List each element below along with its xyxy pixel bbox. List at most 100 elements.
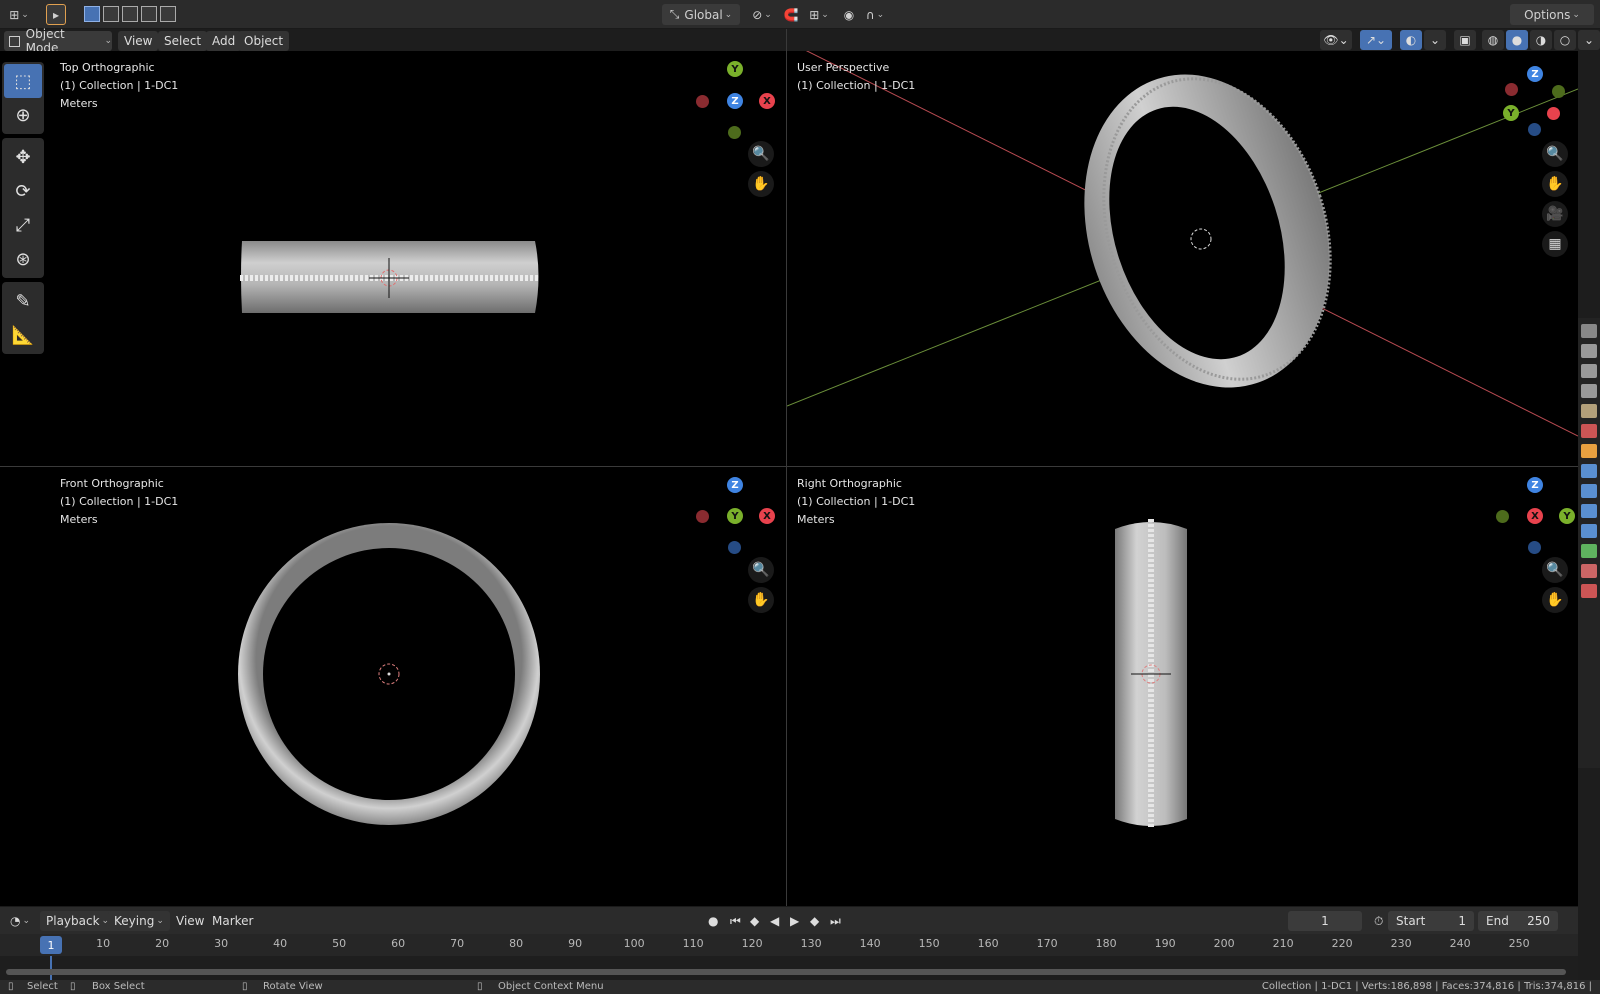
menu-playback[interactable]: Playback ⌄ xyxy=(40,911,116,931)
start-frame-field[interactable]: Start 1 xyxy=(1388,911,1474,931)
pan-hand-icon[interactable]: ✋ xyxy=(1542,587,1568,613)
view-layer-icon[interactable] xyxy=(1581,384,1597,398)
shading-dropdown-icon[interactable]: ⌄ xyxy=(1578,30,1600,50)
current-frame-field[interactable]: 1 xyxy=(1288,911,1362,931)
gizmo-z[interactable]: Z xyxy=(727,93,743,109)
snap-toggle-icon[interactable]: 🧲 xyxy=(782,4,800,25)
particles-icon[interactable] xyxy=(1581,484,1597,498)
visibility-icon[interactable]: 👁⌄ xyxy=(1320,30,1352,50)
selection-mode-intersect-icon[interactable] xyxy=(160,6,176,22)
gizmo-x[interactable]: X xyxy=(759,508,775,524)
pan-hand-icon[interactable]: ✋ xyxy=(748,171,774,197)
menu-marker[interactable]: Marker xyxy=(206,911,259,931)
gizmo-y[interactable]: Y xyxy=(727,61,743,77)
end-frame-field[interactable]: End 250 xyxy=(1478,911,1558,931)
selection-mode-subtract-icon[interactable] xyxy=(122,6,138,22)
menu-keying[interactable]: Keying ⌄ xyxy=(108,911,170,931)
overlays-icon[interactable]: ◐ xyxy=(1400,30,1422,50)
timeline-body[interactable] xyxy=(0,956,1578,980)
timeline-ruler[interactable]: 1 10 20 30 40 50 60 70 80 90 100 110 120 130 140 150 16… xyxy=(0,934,1578,956)
gizmo-neg-z[interactable] xyxy=(728,541,741,554)
menu-timeline-view[interactable]: View xyxy=(170,911,210,931)
zoom-icon[interactable]: 🔍 xyxy=(1542,141,1568,167)
viewport-right-ortho[interactable]: Right Orthographic (1) Collection | 1-DC… xyxy=(787,467,1578,906)
scale-icon[interactable]: ⤢ xyxy=(4,208,42,242)
gizmo-neg-z[interactable] xyxy=(1528,541,1541,554)
options-dropdown[interactable]: Options ⌄ xyxy=(1510,4,1594,25)
stopwatch-icon[interactable]: ⏱ xyxy=(1368,911,1389,931)
selection-mode-difference-icon[interactable] xyxy=(141,6,157,22)
pan-hand-icon[interactable]: ✋ xyxy=(748,587,774,613)
selection-mode-extend-icon[interactable] xyxy=(103,6,119,22)
world-properties-icon[interactable] xyxy=(1581,424,1597,438)
viewport-user-perspective[interactable]: User Perspective (1) Collection | 1-DC1 … xyxy=(787,51,1578,466)
tool-properties-icon[interactable] xyxy=(1581,324,1597,338)
gizmo-neg-x[interactable] xyxy=(1505,83,1518,96)
rotate-icon[interactable]: ⟳ xyxy=(4,174,42,208)
timeline-scrollbar[interactable] xyxy=(6,969,1566,975)
wireframe-shading-icon[interactable]: ◍ xyxy=(1482,30,1504,50)
constraints-icon[interactable] xyxy=(1581,524,1597,538)
gizmo-toggle-icon[interactable]: ↗⌄ xyxy=(1360,30,1392,50)
prev-keyframe-icon[interactable]: ◆ xyxy=(744,911,765,931)
jump-end-icon[interactable]: ⏭ xyxy=(824,911,847,931)
select-box-icon[interactable]: ⬚ xyxy=(4,64,42,98)
zoom-icon[interactable]: 🔍 xyxy=(748,557,774,583)
select-tool-icon[interactable]: ▸ xyxy=(46,4,66,25)
solid-shading-icon[interactable]: ● xyxy=(1506,30,1528,50)
gizmo-x[interactable]: X xyxy=(759,93,775,109)
record-icon[interactable]: ● xyxy=(702,911,724,931)
viewport-top-ortho[interactable]: Top Orthographic (1) Collection | 1-DC1 … xyxy=(0,51,786,466)
mode-dropdown[interactable]: Object Mode ⌄ xyxy=(4,27,112,55)
menu-add[interactable]: Add xyxy=(206,31,242,51)
gizmo-neg-z[interactable] xyxy=(1528,123,1541,136)
object-properties-icon[interactable] xyxy=(1581,444,1597,458)
transform-icon[interactable]: ⊛ xyxy=(4,242,42,276)
menu-view[interactable]: View xyxy=(118,31,159,51)
editor-type-icon[interactable]: ⊞ ⌄ xyxy=(6,4,32,25)
gizmo-z[interactable]: Z xyxy=(1527,477,1543,493)
physics-icon[interactable] xyxy=(1581,504,1597,518)
zoom-icon[interactable]: 🔍 xyxy=(748,141,774,167)
menu-select[interactable]: Select xyxy=(158,31,208,51)
selection-mode-new-icon[interactable] xyxy=(84,6,100,22)
play-reverse-icon[interactable]: ◀ xyxy=(764,911,785,931)
grid-perspective-icon[interactable]: ▦ xyxy=(1542,231,1568,257)
xray-icon[interactable]: ▣ xyxy=(1454,30,1476,50)
menu-object[interactable]: Object xyxy=(238,31,290,51)
gizmo-x[interactable]: X xyxy=(1527,508,1543,524)
current-frame-marker[interactable]: 1 xyxy=(40,936,62,954)
viewport-divider-horizontal[interactable] xyxy=(0,466,1578,467)
gizmo-y[interactable]: Y xyxy=(1503,105,1519,121)
gizmo-neg-y[interactable] xyxy=(1552,85,1565,98)
modifier-properties-icon[interactable] xyxy=(1581,464,1597,478)
render-properties-icon[interactable] xyxy=(1581,344,1597,358)
annotate-icon[interactable]: ✎ xyxy=(4,284,42,318)
pan-hand-icon[interactable]: ✋ xyxy=(1542,171,1568,197)
gizmo-neg-y[interactable] xyxy=(728,126,741,139)
measure-icon[interactable]: 📐 xyxy=(4,318,42,352)
snap-element-icon[interactable]: ⊞ ⌄ xyxy=(804,4,834,25)
next-keyframe-icon[interactable]: ◆ xyxy=(804,911,825,931)
camera-icon[interactable]: 🎥 xyxy=(1542,201,1568,227)
overlays-dropdown-icon[interactable]: ⌄ xyxy=(1424,30,1446,50)
cursor-icon[interactable]: ⊕ xyxy=(4,98,42,132)
gizmo-z[interactable]: Z xyxy=(1527,66,1543,82)
viewport-divider-vertical[interactable] xyxy=(786,29,787,906)
gizmo-neg-y[interactable] xyxy=(1496,510,1509,523)
gizmo-y[interactable]: Y xyxy=(1559,508,1575,524)
move-icon[interactable]: ✥ xyxy=(4,140,42,174)
viewport-front-ortho[interactable]: Front Orthographic (1) Collection | 1-DC… xyxy=(0,467,786,906)
texture-properties-icon[interactable] xyxy=(1581,584,1597,598)
zoom-icon[interactable]: 🔍 xyxy=(1542,557,1568,583)
rendered-shading-icon[interactable]: ○ xyxy=(1554,30,1576,50)
gizmo-neg-x[interactable] xyxy=(696,95,709,108)
pivot-point-icon[interactable]: ⊘ ⌄ xyxy=(748,4,776,25)
gizmo-x[interactable] xyxy=(1547,107,1560,120)
timeline-editor-icon[interactable]: ◔ ⌄ xyxy=(4,911,36,931)
material-properties-icon[interactable] xyxy=(1581,564,1597,578)
gizmo-neg-x[interactable] xyxy=(696,510,709,523)
transform-orientation-dropdown[interactable]: ⤡ Global ⌄ xyxy=(662,4,740,25)
gizmo-z[interactable]: Z xyxy=(727,477,743,493)
material-shading-icon[interactable]: ◑ xyxy=(1530,30,1552,50)
